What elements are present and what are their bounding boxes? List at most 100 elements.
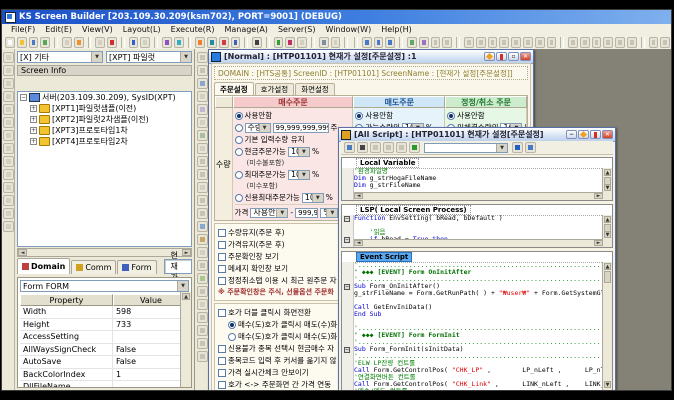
scroll-up-icon[interactable]: ▲ [604,216,611,223]
menu-item[interactable]: Execute(R) [166,25,220,34]
app-titlebar[interactable]: KS Screen Builder [203.109.30.209(ksm702… [2,10,671,24]
tool-icon-disabled[interactable] [61,36,72,48]
palette-icon[interactable] [197,273,208,284]
checkbox-option[interactable] [218,356,226,365]
tree-item[interactable]: + [XPT1]파일럿샘플(이전) [18,103,191,114]
checkbox-option[interactable] [218,240,226,249]
form-tab-item[interactable]: 화면설정 [295,83,335,95]
tool-icon[interactable] [2,52,14,63]
code-area[interactable]: Function EnvSetting( bRead, bDefault ) '… [354,215,603,240]
expand-icon[interactable] [409,142,420,153]
palette-icon[interactable] [197,78,208,89]
align-icon[interactable] [361,36,372,48]
tool-icon[interactable] [2,65,14,76]
checkbox-option[interactable] [218,276,226,285]
radio-option[interactable] [234,147,243,156]
palette-icon[interactable] [197,338,208,349]
menu-item[interactable]: Server(S) [273,25,321,34]
tool-icon-disabled[interactable] [487,36,498,48]
category-dropdown[interactable]: [X] 기타 ▼ [17,51,103,63]
combo-box[interactable]: 사용안함▼ [250,207,289,218]
radio-option[interactable] [234,123,243,132]
menu-item[interactable]: Manage(A) [219,25,273,34]
checkbox-option[interactable] [218,380,226,389]
script-window-titlebar[interactable]: [All Script] : [HTP01101] 현재가 설정[주문설정] −… [339,128,615,142]
tool-icon-disabled[interactable] [603,36,614,48]
chevron-down-icon[interactable]: ▼ [258,123,270,132]
palette-icon[interactable] [197,91,208,102]
flag-icon[interactable] [107,36,117,48]
run-out-icon[interactable] [512,142,523,153]
pin-button[interactable] [590,130,601,139]
tool-icon[interactable] [2,195,14,206]
expander-icon[interactable]: − [20,94,27,101]
outline-marker-icon[interactable]: − [344,216,350,222]
chevron-down-icon[interactable]: ▼ [276,208,288,217]
scroll-right-icon[interactable]: ► [594,240,603,246]
combo-box[interactable]: 100▼ [287,146,310,157]
search-icon[interactable] [318,36,329,48]
tool-icon[interactable] [2,169,14,180]
tool-icon[interactable] [2,117,14,128]
pin-top-button[interactable] [484,52,495,61]
expander-icon[interactable]: + [30,127,37,134]
scroll-up-icon[interactable]: ▲ [182,293,190,300]
tool-icon-disabled[interactable] [297,36,308,48]
form-tab-selected[interactable]: 주문설정 [214,82,254,95]
scroll-right-icon[interactable]: ► [594,193,603,199]
tool-icon[interactable] [2,143,14,154]
combo-box[interactable]: 수량▼ [244,122,271,133]
palette-icon[interactable] [197,234,208,245]
pin-top-button[interactable] [578,130,589,139]
scroll-left-icon[interactable]: ◄ [354,193,363,199]
property-row[interactable]: BackColorIndex 1 [20,368,189,381]
grid-green-icon[interactable] [407,36,417,48]
palette-icon[interactable] [197,325,208,336]
property-row[interactable]: AllWaysSignCheck False [20,343,189,356]
tool-icon-disabled[interactable] [430,36,441,48]
tab-comm[interactable]: Comm [71,260,117,274]
palette-icon[interactable] [197,260,208,271]
checkbox-option[interactable] [218,252,226,261]
pane-vscrollbar[interactable]: ▲ ▼ [602,168,612,200]
radio-option[interactable] [234,135,243,144]
palette-icon[interactable] [197,117,208,128]
property-row[interactable]: DllFileName [20,381,189,387]
normal-window-titlebar[interactable]: [Normal] : [HTP01101] 현재가 설정[주문설정] :1 ▫ … [209,50,533,64]
table-blue-icon[interactable] [230,36,241,48]
palette-icon[interactable] [197,351,208,362]
chevron-down-icon[interactable]: ▼ [496,143,507,152]
tab-form[interactable]: Form [117,260,157,274]
menu-item[interactable]: Edit(E) [40,25,77,34]
tool-icon-disabled[interactable] [522,36,533,48]
property-row[interactable]: AccessSetting [20,331,189,344]
scroll-down-icon[interactable]: ▼ [604,184,611,191]
tool-icon[interactable] [2,208,14,219]
radio-option[interactable] [228,320,236,329]
palette-icon[interactable] [197,195,208,206]
diamond-cyan-icon[interactable] [173,36,184,48]
chevron-down-icon[interactable]: ▼ [177,281,188,291]
tool-icon-disabled[interactable] [660,36,671,48]
tool-icon-disabled[interactable] [442,36,453,48]
record-icon[interactable] [285,36,296,48]
tree-root[interactable]: − 서버(203.109.30.209), SysID(XPT) [18,92,191,103]
expander-icon[interactable]: + [30,105,37,112]
home-icon[interactable] [73,36,84,48]
menu-item[interactable]: File(F) [6,25,40,34]
property-column-header[interactable]: Property [20,294,113,306]
radio-option[interactable] [355,111,364,120]
text-input[interactable]: 99,999,999,999 [272,122,329,133]
palette-icon[interactable] [197,299,208,310]
tool-icon-disabled[interactable] [330,36,341,48]
pane-hscrollbar[interactable]: ◄ ► [354,239,603,247]
table-teal-icon[interactable] [207,36,217,48]
minimize-button[interactable]: − [566,130,577,139]
radio-option[interactable] [234,170,243,179]
code-area[interactable]: '.......................................… [354,262,603,390]
radio-option[interactable] [234,111,243,120]
script-grid-icon[interactable] [344,142,355,153]
scroll-up-icon[interactable]: ▲ [604,263,611,270]
checkbox-option[interactable] [218,308,226,317]
tool-icon-disabled[interactable] [591,36,602,48]
